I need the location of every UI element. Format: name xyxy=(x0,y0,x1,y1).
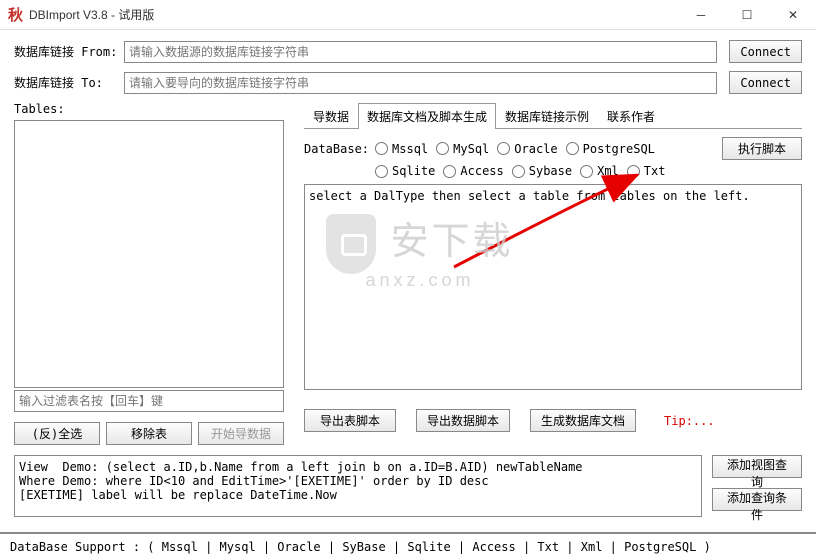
radio-postgresql[interactable]: PostgreSQL xyxy=(566,142,655,156)
title-bar: 秋 DBImport V3.8 - 试用版 ─ ☐ ✕ xyxy=(0,0,816,30)
run-script-button[interactable]: 执行脚本 xyxy=(722,137,802,160)
tab-doc-script[interactable]: 数据库文档及脚本生成 xyxy=(358,103,496,129)
export-table-script-button[interactable]: 导出表脚本 xyxy=(304,409,396,432)
from-label: 数据库链接 From: xyxy=(14,43,124,60)
tables-listbox[interactable] xyxy=(14,120,284,388)
remove-table-button[interactable]: 移除表 xyxy=(106,422,192,445)
radio-sqlite[interactable]: Sqlite xyxy=(375,164,435,178)
window-title: DBImport V3.8 - 试用版 xyxy=(29,6,154,23)
radio-access[interactable]: Access xyxy=(443,164,503,178)
export-data-script-button[interactable]: 导出数据脚本 xyxy=(416,409,510,432)
connect-from-button[interactable]: Connect xyxy=(729,40,802,63)
start-import-button[interactable]: 开始导数据 xyxy=(198,422,284,445)
tab-import[interactable]: 导数据 xyxy=(304,103,358,129)
demo-textbox[interactable]: View Demo: (select a.ID,b.Name from a le… xyxy=(14,455,702,517)
add-view-query-button[interactable]: 添加视图查询 xyxy=(712,455,802,478)
script-textarea[interactable] xyxy=(304,184,802,390)
tab-contact[interactable]: 联系作者 xyxy=(598,103,664,129)
tables-label: Tables: xyxy=(14,102,284,116)
tip-label: Tip:... xyxy=(664,414,715,428)
radio-mysql[interactable]: MySql xyxy=(436,142,489,156)
minimize-button[interactable]: ─ xyxy=(678,0,724,30)
maximize-button[interactable]: ☐ xyxy=(724,0,770,30)
database-label: DataBase: xyxy=(304,142,369,156)
select-all-button[interactable]: (反)全选 xyxy=(14,422,100,445)
from-input[interactable] xyxy=(124,41,717,63)
add-where-button[interactable]: 添加查询条件 xyxy=(712,488,802,511)
filter-input[interactable] xyxy=(14,390,284,412)
radio-mssql[interactable]: Mssql xyxy=(375,142,428,156)
app-icon: 秋 xyxy=(8,4,23,25)
generate-db-doc-button[interactable]: 生成数据库文档 xyxy=(530,409,636,432)
radio-txt[interactable]: Txt xyxy=(627,164,666,178)
tab-bar: 导数据 数据库文档及脚本生成 数据库链接示例 联系作者 xyxy=(304,102,802,129)
radio-xml[interactable]: Xml xyxy=(580,164,619,178)
connect-to-button[interactable]: Connect xyxy=(729,71,802,94)
to-input[interactable] xyxy=(124,72,717,94)
tab-conn-example[interactable]: 数据库链接示例 xyxy=(496,103,598,129)
status-bar: DataBase Support : ( Mssql | Mysql | Ora… xyxy=(0,532,816,560)
radio-oracle[interactable]: Oracle xyxy=(497,142,557,156)
close-button[interactable]: ✕ xyxy=(770,0,816,30)
to-label: 数据库链接 To: xyxy=(14,74,124,91)
radio-sybase[interactable]: Sybase xyxy=(512,164,572,178)
